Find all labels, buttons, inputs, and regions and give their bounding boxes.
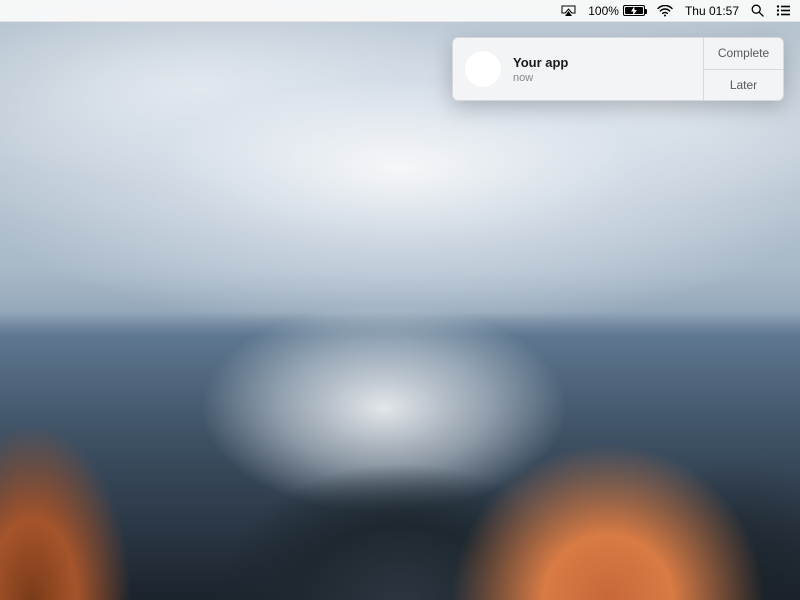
menu-bar: 100% Thu 01:57 [0, 0, 800, 22]
notification-title: Your app [513, 55, 568, 70]
notification-body[interactable]: Your app now [453, 38, 703, 100]
notification-action-complete[interactable]: Complete [704, 38, 783, 70]
notification-time: now [513, 72, 568, 84]
battery-percent-label: 100% [588, 4, 619, 18]
spotlight-icon[interactable] [751, 4, 764, 17]
notification-app-icon [465, 51, 501, 87]
wifi-icon[interactable] [657, 5, 673, 17]
notification-banner: Your app now Complete Later [452, 37, 784, 101]
notification-center-icon[interactable] [776, 5, 790, 16]
clock[interactable]: Thu 01:57 [685, 4, 739, 18]
notification-action-later[interactable]: Later [704, 70, 783, 101]
airplay-icon[interactable] [561, 5, 576, 17]
notification-actions: Complete Later [703, 38, 783, 100]
clock-label: Thu 01:57 [685, 4, 739, 18]
battery-status[interactable]: 100% [588, 4, 645, 18]
battery-icon [623, 5, 645, 16]
